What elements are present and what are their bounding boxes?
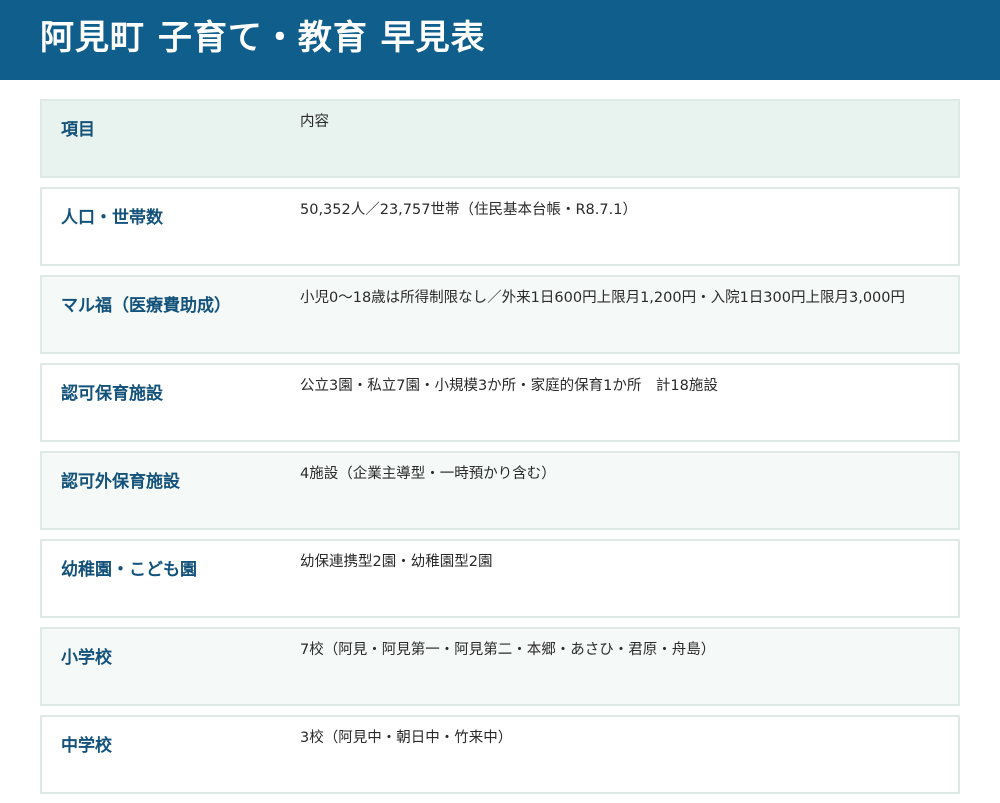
table-row-licensed-nursery: 認可保育施設 公立3園・私立7園・小規模3か所・家庭的保育1か所 計18施設 [40,363,960,442]
row-value: 内容 [300,114,329,130]
table-header-row: 項目 内容 [40,99,960,178]
table-row-population: 人口・世帯数 50,352人／23,757世帯（住民基本台帳・R8.7.1） [40,187,960,266]
row-key: 中学校 [61,736,112,756]
row-value: 4施設（企業主導型・一時預かり含む） [300,466,556,482]
row-value: 小児0〜18歳は所得制限なし／外来1日600円上限月1,200円・入院1日300… [300,290,905,306]
table-row-elementary: 小学校 7校（阿見・阿見第一・阿見第二・本郷・あさひ・君原・舟島） [40,627,960,706]
row-value: 7校（阿見・阿見第一・阿見第二・本郷・あさひ・君原・舟島） [300,642,716,658]
table-row-kindergarten: 幼稚園・こども園 幼保連携型2園・幼稚園型2園 [40,539,960,618]
row-key: 項目 [61,120,95,140]
row-key: 小学校 [61,648,112,668]
row-value: 幼保連携型2園・幼稚園型2園 [300,554,493,570]
row-key: 認可外保育施設 [61,472,180,492]
row-value: 公立3園・私立7園・小規模3か所・家庭的保育1か所 計18施設 [300,378,718,394]
row-key: 幼稚園・こども園 [61,560,197,580]
page-header: 阿見町 子育て・教育 早見表 [0,0,1000,80]
row-value: 50,352人／23,757世帯（住民基本台帳・R8.7.1） [300,202,637,218]
row-key: マル福（医療費助成） [61,296,231,316]
page-title: 阿見町 子育て・教育 早見表 [40,18,486,58]
row-value: 3校（阿見中・朝日中・竹来中） [300,730,513,746]
table-row-junior-high: 中学校 3校（阿見中・朝日中・竹来中） [40,715,960,794]
table-row-unlicensed-nursery: 認可外保育施設 4施設（企業主導型・一時預かり含む） [40,451,960,530]
row-key: 認可保育施設 [61,384,163,404]
table-row-medical-aid: マル福（医療費助成） 小児0〜18歳は所得制限なし／外来1日600円上限月1,2… [40,275,960,354]
row-key: 人口・世帯数 [61,208,163,228]
summary-table: 項目 内容 人口・世帯数 50,352人／23,757世帯（住民基本台帳・R8.… [40,99,960,803]
